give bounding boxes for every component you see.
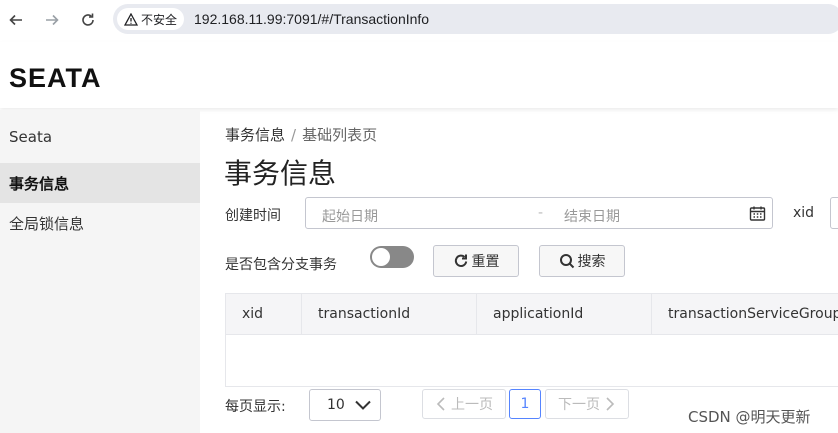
column-header-transaction-id[interactable]: transactionId — [302, 294, 477, 334]
switch-knob — [372, 248, 390, 266]
app-header: SEATA — [0, 42, 838, 108]
reload-icon — [82, 13, 94, 26]
page-number-current[interactable]: 1 — [509, 389, 541, 419]
security-chip[interactable]: 不安全 — [117, 8, 185, 30]
refresh-icon — [454, 254, 467, 267]
page-title: 事务信息 — [224, 157, 337, 190]
search-button-label: 搜索 — [577, 254, 606, 270]
branch-toggle-label: 是否包含分支事务 — [225, 257, 337, 273]
column-header-application-id[interactable]: applicationId — [477, 294, 652, 334]
create-time-label: 创建时间 — [225, 208, 281, 224]
chevron-right-icon — [606, 397, 615, 411]
transaction-table: xid transactionId applicationId transact… — [225, 293, 838, 387]
start-date-input[interactable]: 起始日期 — [322, 206, 378, 226]
search-icon — [559, 254, 574, 269]
xid-input[interactable] — [830, 197, 838, 229]
calendar-icon[interactable] — [749, 205, 766, 222]
search-button[interactable]: 搜索 — [539, 245, 625, 277]
prev-page-label: 上一页 — [451, 397, 493, 413]
page-size-value: 10 — [327, 397, 345, 413]
reload-button[interactable] — [74, 6, 102, 34]
browser-toolbar: 不安全 192.168.11.99:7091/#/TransactionInfo — [0, 0, 838, 40]
security-label: 不安全 — [141, 12, 178, 27]
sidebar: Seata 事务信息 全局锁信息 — [0, 110, 200, 433]
sidebar-item-label: 事务信息 — [9, 174, 70, 193]
breadcrumb-separator: / — [291, 126, 297, 144]
warning-icon — [124, 12, 138, 26]
end-date-input[interactable]: 结束日期 — [564, 206, 620, 226]
arrow-left-icon — [9, 14, 22, 26]
url-text: 192.168.11.99:7091/#/TransactionInfo — [194, 11, 430, 27]
date-range-picker[interactable]: 起始日期 - 结束日期 — [305, 197, 773, 229]
forward-button[interactable] — [38, 6, 66, 34]
sidebar-item-global-lock-info[interactable]: 全局锁信息 — [0, 203, 200, 243]
reset-button[interactable]: 重置 — [433, 245, 519, 277]
chevron-down-icon — [355, 400, 371, 410]
prev-page-button[interactable]: 上一页 — [422, 389, 506, 419]
table-body — [226, 335, 838, 387]
reset-button-label: 重置 — [471, 254, 500, 270]
next-page-label: 下一页 — [558, 397, 600, 413]
arrow-right-icon — [46, 14, 59, 26]
next-page-button[interactable]: 下一页 — [545, 389, 629, 419]
range-separator: - — [538, 205, 544, 221]
address-bar[interactable]: 不安全 192.168.11.99:7091/#/TransactionInfo — [113, 4, 838, 34]
sidebar-item-label: 全局锁信息 — [9, 214, 85, 233]
page-size-select[interactable]: 10 — [309, 389, 381, 421]
breadcrumb-current: 基础列表页 — [302, 126, 378, 144]
back-button[interactable] — [2, 6, 30, 34]
page-size-label: 每页显示: — [225, 399, 286, 415]
column-header-xid[interactable]: xid — [226, 294, 302, 334]
breadcrumb: 事务信息 / 基础列表页 — [225, 124, 377, 145]
seata-logo[interactable]: SEATA — [9, 63, 102, 94]
sidebar-item-transaction-info[interactable]: 事务信息 — [0, 163, 200, 203]
column-header-transaction-service-group[interactable]: transactionServiceGroup — [652, 294, 838, 334]
table-header: xid transactionId applicationId transact… — [226, 294, 838, 335]
sidebar-title: Seata — [9, 128, 53, 146]
xid-label: xid — [793, 205, 815, 221]
breadcrumb-parent[interactable]: 事务信息 — [225, 126, 285, 144]
chevron-left-icon — [436, 397, 445, 411]
branch-toggle-switch[interactable] — [370, 246, 414, 268]
csdn-watermark: CSDN @明天更新 — [688, 408, 811, 426]
